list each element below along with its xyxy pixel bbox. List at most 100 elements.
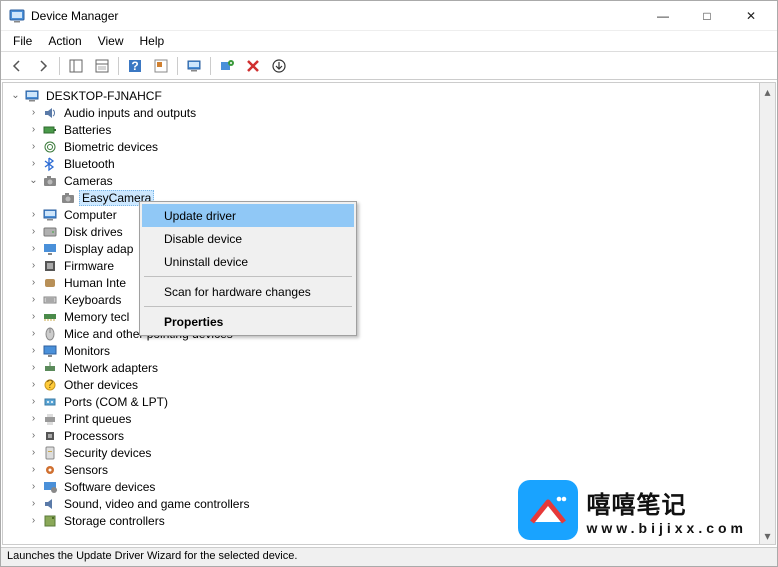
storage-icon [42,513,58,529]
toolbar-action-button[interactable] [149,55,173,77]
toolbar-separator [210,57,211,75]
tree-item-bluetooth[interactable]: ›Bluetooth [5,155,773,172]
close-button[interactable]: ✕ [729,2,773,30]
tree-expander-icon[interactable]: › [27,396,40,407]
hid-icon [42,275,58,291]
tree-item-monitor[interactable]: › Monitors [5,342,773,359]
context-menu: Update driverDisable deviceUninstall dev… [139,201,357,336]
tree-expander-icon[interactable]: › [27,277,40,288]
tree-item-easycamera[interactable]: EasyCamera [5,189,773,206]
scroll-up-button[interactable]: ▴ [760,83,775,100]
computer-icon [42,207,58,223]
tree-expander-icon[interactable]: › [27,328,40,339]
device-tree[interactable]: ⌄DESKTOP-FJNAHCF›Audio inputs and output… [2,82,776,545]
tree-expander-icon[interactable]: › [27,107,40,118]
statusbar: Launches the Update Driver Wizard for th… [1,547,777,566]
tree-item-other[interactable]: ›?Other devices [5,376,773,393]
tree-expander-icon[interactable]: › [27,294,40,305]
tree-item-security[interactable]: ›Security devices [5,444,773,461]
tree-item-software[interactable]: ›Software devices [5,478,773,495]
tree-expander-icon[interactable]: › [27,362,40,373]
tree-item-display[interactable]: ›Display adap [5,240,773,257]
tree-item-label: Computer [61,208,120,222]
toolbar-help-button[interactable]: ? [123,55,147,77]
tree-expander-icon[interactable]: › [27,124,40,135]
tree-item-port[interactable]: ›Ports (COM & LPT) [5,393,773,410]
tree-expander-icon[interactable]: › [27,209,40,220]
tree-expander-icon[interactable]: › [27,311,40,322]
tree-item-sensor[interactable]: › Sensors [5,461,773,478]
tree-item-printer[interactable]: ›Print queues [5,410,773,427]
context-menu-item-disable-device[interactable]: Disable device [142,227,354,250]
context-menu-item-properties[interactable]: Properties [142,310,354,333]
security-icon [42,445,58,461]
svg-text:?: ? [47,377,54,391]
tree-expander-icon[interactable]: ⌄ [27,175,40,186]
tree-expander-icon[interactable]: › [27,515,40,526]
tree-item-cpu[interactable]: › Processors [5,427,773,444]
tree-expander-icon[interactable]: › [27,379,40,390]
tree-item-label: Firmware [61,259,117,273]
minimize-button[interactable]: — [641,2,685,30]
toolbar-computer-button[interactable] [182,55,206,77]
tree-item-camera[interactable]: ⌄Cameras [5,172,773,189]
context-menu-item-scan-for-hardware-changes[interactable]: Scan for hardware changes [142,280,354,303]
scroll-down-button[interactable]: ▾ [760,527,775,544]
vertical-scrollbar[interactable]: ▴ ▾ [759,82,776,545]
cpu-icon [42,428,58,444]
tree-root[interactable]: ⌄DESKTOP-FJNAHCF [5,87,773,104]
tree-item-firmware[interactable]: › Firmware [5,257,773,274]
tree-item-label: Monitors [61,344,113,358]
tree-item-battery[interactable]: ›Batteries [5,121,773,138]
menu-view[interactable]: View [90,32,132,50]
tree-item-label: Biometric devices [61,140,161,154]
bluetooth-icon [42,156,58,172]
tree-expander-icon[interactable]: › [27,345,40,356]
tree-item-biometric[interactable]: › Biometric devices [5,138,773,155]
menu-action[interactable]: Action [40,32,89,50]
tree-expander-icon[interactable]: › [27,447,40,458]
menu-file[interactable]: File [5,32,40,50]
tree-expander-icon[interactable]: › [27,430,40,441]
toolbar-update-driver-button[interactable] [267,55,291,77]
software-icon [42,479,58,495]
tree-expander-icon[interactable]: › [27,464,40,475]
context-menu-item-uninstall-device[interactable]: Uninstall device [142,250,354,273]
toolbar-show-hide-button[interactable] [64,55,88,77]
toolbar-back-button[interactable] [5,55,29,77]
tree-item-memory[interactable]: ›Memory tecl [5,308,773,325]
tree-item-label: Keyboards [61,293,124,307]
tree-expander-icon[interactable]: › [27,413,40,424]
tree-expander-icon[interactable]: › [27,498,40,509]
tree-expander-icon[interactable]: › [27,141,40,152]
context-menu-item-update-driver[interactable]: Update driver [142,204,354,227]
tree-item-sound[interactable]: ›Sound, video and game controllers [5,495,773,512]
tree-item-storage[interactable]: ›Storage controllers [5,512,773,529]
tree-item-audio[interactable]: ›Audio inputs and outputs [5,104,773,121]
tree-item-disk[interactable]: ›Disk drives [5,223,773,240]
context-menu-separator [144,306,352,307]
toolbar-forward-button[interactable] [31,55,55,77]
maximize-button[interactable]: □ [685,2,729,30]
app-icon [9,8,25,24]
tree-item-network[interactable]: ›Network adapters [5,359,773,376]
tree-expander-icon[interactable]: › [27,260,40,271]
tree-expander-icon[interactable]: › [27,243,40,254]
tree-item-computer[interactable]: › Computer [5,206,773,223]
tree-item-mouse[interactable]: ›Mice and other pointing devices [5,325,773,342]
computer-icon [24,88,40,104]
tree-expander-icon[interactable]: ⌄ [9,90,22,101]
tree-item-label: Processors [61,429,127,443]
network-icon [42,360,58,376]
tree-item-keyboard[interactable]: › Keyboards [5,291,773,308]
toolbar-uninstall-button[interactable] [241,55,265,77]
tree-expander-icon[interactable]: › [27,158,40,169]
toolbar-properties-button[interactable] [90,55,114,77]
menu-help[interactable]: Help [132,32,173,50]
tree-expander-icon[interactable]: › [27,226,40,237]
tree-item-hid[interactable]: ›Human Inte [5,274,773,291]
tree-item-label: Sensors [61,463,111,477]
menubar: File Action View Help [1,31,777,52]
tree-expander-icon[interactable]: › [27,481,40,492]
toolbar-scan-button[interactable] [215,55,239,77]
